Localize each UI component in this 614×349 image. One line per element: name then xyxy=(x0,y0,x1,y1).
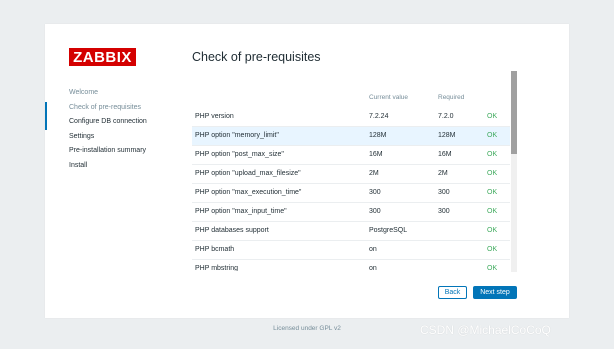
table-row: PHP option "memory_limit" 128M 128M OK xyxy=(192,127,510,146)
table-body: PHP version 7.2.24 7.2.0 OK PHP option "memo… xyxy=(192,108,510,271)
row-name: PHP mbstring xyxy=(195,265,239,271)
row-status: OK xyxy=(487,170,498,177)
row-name: PHP bcmath xyxy=(195,246,235,253)
setup-card: ZABBIX Welcome Check of pre-requisites C… xyxy=(45,24,569,318)
row-required-value: 300 xyxy=(438,208,450,215)
row-status: OK xyxy=(487,265,498,271)
row-name: PHP option "post_max_size" xyxy=(195,151,284,158)
next-step-button[interactable]: Next step xyxy=(473,286,517,299)
row-required-value: 2M xyxy=(438,170,448,177)
column-header-required: Required xyxy=(438,94,465,101)
row-current-value: 300 xyxy=(369,189,381,196)
table-row: PHP option "post_max_size" 16M 16M OK xyxy=(192,146,510,165)
step-welcome: Welcome xyxy=(69,89,99,96)
table-row: PHP option "max_input_time" 300 300 OK xyxy=(192,203,510,222)
step-configure-db: Configure DB connection xyxy=(69,118,147,125)
scrollbar-thumb[interactable] xyxy=(511,71,517,154)
row-status: OK xyxy=(487,227,498,234)
row-current-value: PostgreSQL xyxy=(369,227,408,234)
table-row: PHP mbstring on OK xyxy=(192,260,510,271)
table-row: PHP bcmath on OK xyxy=(192,241,510,260)
row-required-value: 300 xyxy=(438,189,450,196)
table-scrollbar[interactable] xyxy=(511,71,517,272)
row-current-value: 300 xyxy=(369,208,381,215)
table-row: PHP version 7.2.24 7.2.0 OK xyxy=(192,108,510,127)
row-current-value: on xyxy=(369,265,377,271)
step-settings: Settings xyxy=(69,132,95,140)
prerequisites-table[interactable]: Current value Required PHP version 7.2.24… xyxy=(192,92,510,271)
table-row: PHP option "max_execution_time" 300 300 OK xyxy=(192,184,510,203)
table-row: PHP option "upload_max_filesize" 2M 2M OK xyxy=(192,165,510,184)
watermark: CSDN @MichaelCoCoQ xyxy=(420,323,551,337)
row-required-value: 7.2.0 xyxy=(438,113,454,120)
table-row: PHP databases support PostgreSQL OK xyxy=(192,222,510,241)
table-header: Current value Required xyxy=(192,92,510,104)
row-status: OK xyxy=(487,189,498,196)
zabbix-logo: ZABBIX xyxy=(69,48,136,66)
row-name: PHP version xyxy=(195,113,234,120)
back-button[interactable]: Back xyxy=(438,286,467,299)
step-preinstall-summary: Pre-installation summary xyxy=(69,147,147,154)
row-status: OK xyxy=(487,208,498,215)
row-status: OK xyxy=(487,151,498,158)
row-current-value: 7.2.24 xyxy=(369,113,389,120)
column-header-current: Current value xyxy=(369,94,409,101)
step-check-prerequisites: Check of pre-requisites xyxy=(45,101,185,129)
page-title: Check of pre-requisites xyxy=(192,50,321,64)
step-install: Install xyxy=(69,161,88,169)
row-status: OK xyxy=(487,113,498,120)
row-status: OK xyxy=(487,132,498,139)
row-current-value: 16M xyxy=(369,151,383,158)
row-status: OK xyxy=(487,246,498,253)
row-name: PHP databases support xyxy=(195,227,269,234)
row-name: PHP option "max_input_time" xyxy=(195,208,287,215)
row-required-value: 16M xyxy=(438,151,452,158)
row-current-value: 128M xyxy=(369,132,387,139)
setup-steps-nav: Welcome Check of pre-requisites Configur… xyxy=(45,86,185,173)
row-name: PHP option "upload_max_filesize" xyxy=(195,170,301,177)
row-name: PHP option "max_execution_time" xyxy=(195,189,302,196)
row-current-value: 2M xyxy=(369,170,379,177)
row-name: PHP option "memory_limit" xyxy=(195,132,279,139)
row-current-value: on xyxy=(369,246,377,253)
row-required-value: 128M xyxy=(438,132,456,139)
